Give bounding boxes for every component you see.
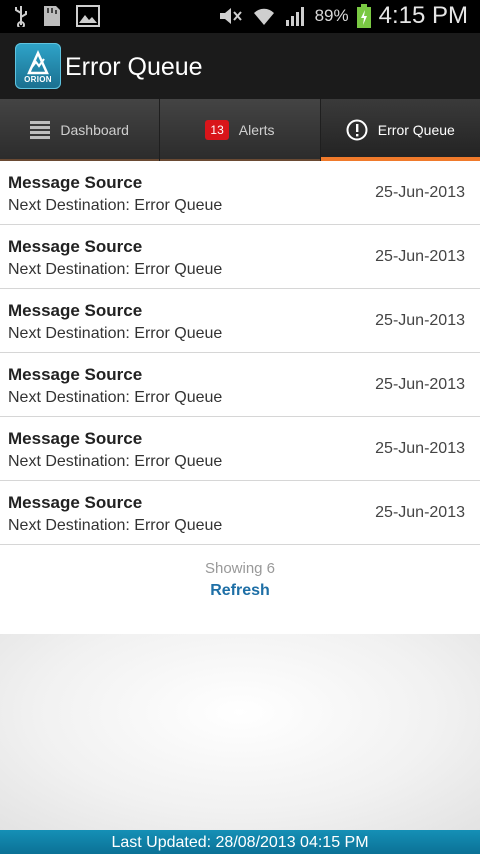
item-title: Message Source	[8, 237, 143, 256]
page-title: Error Queue	[65, 53, 203, 81]
item-subtitle: Next Destination: Error Queue	[8, 453, 223, 470]
list-item[interactable]: Message Source Next Destination: Error Q…	[0, 161, 480, 225]
orion-logo-icon	[27, 49, 49, 75]
error-queue-list: Message Source Next Destination: Error Q…	[0, 161, 480, 545]
item-title: Message Source	[8, 429, 143, 448]
list-item[interactable]: Message Source Next Destination: Error Q…	[0, 417, 480, 481]
list-icon	[30, 121, 51, 139]
item-date: 25-Jun-2013	[375, 376, 465, 393]
last-updated-bar: Last Updated: 28/08/2013 04:15 PM	[0, 830, 480, 854]
tab-bar: Dashboard 13 Alerts Error Queue	[0, 99, 480, 161]
alerts-count-badge: 13	[205, 120, 229, 140]
status-right-icons: 89% 4:15 PM	[217, 2, 468, 30]
tab-label: Dashboard	[60, 122, 129, 138]
list-item[interactable]: Message Source Next Destination: Error Q…	[0, 289, 480, 353]
status-time: 4:15 PM	[378, 2, 468, 29]
empty-background	[0, 634, 480, 830]
wifi-icon	[253, 8, 274, 25]
sd-card-icon	[44, 6, 60, 26]
status-left-icons	[14, 4, 100, 28]
list-item[interactable]: Message Source Next Destination: Error Q…	[0, 353, 480, 417]
list-footer: Showing 6 Refresh	[0, 546, 480, 634]
refresh-link[interactable]: Refresh	[0, 582, 480, 600]
list-item[interactable]: Message Source Next Destination: Error Q…	[0, 481, 480, 545]
usb-icon	[15, 6, 27, 27]
action-bar: ORION Error Queue	[0, 33, 480, 100]
signal-icon	[285, 7, 304, 26]
item-title: Message Source	[8, 173, 143, 192]
item-title: Message Source	[8, 301, 143, 320]
status-bar: 89% 4:15 PM	[0, 0, 480, 33]
item-date: 25-Jun-2013	[375, 184, 465, 201]
exclamation-circle-icon	[346, 119, 368, 141]
item-date: 25-Jun-2013	[375, 248, 465, 265]
list-item[interactable]: Message Source Next Destination: Error Q…	[0, 225, 480, 289]
item-date: 25-Jun-2013	[375, 312, 465, 329]
tab-label: Alerts	[238, 122, 275, 138]
battery-percent: 89%	[314, 6, 349, 25]
showing-count: Showing 6	[204, 560, 276, 577]
tab-label: Error Queue	[377, 122, 455, 138]
app-logo[interactable]: ORION	[15, 43, 61, 89]
item-subtitle: Next Destination: Error Queue	[8, 389, 223, 406]
item-date: 25-Jun-2013	[375, 440, 465, 457]
logo-text: ORION	[24, 75, 52, 84]
item-title: Message Source	[8, 493, 143, 512]
item-subtitle: Next Destination: Error Queue	[8, 517, 223, 534]
battery-icon	[356, 4, 371, 28]
item-title: Message Source	[8, 365, 143, 384]
tab-dashboard[interactable]: Dashboard	[0, 99, 161, 161]
item-date: 25-Jun-2013	[375, 504, 465, 521]
tab-error-queue[interactable]: Error Queue	[320, 99, 480, 161]
item-subtitle: Next Destination: Error Queue	[8, 261, 223, 278]
tab-alerts[interactable]: 13 Alerts	[160, 99, 321, 161]
image-icon	[76, 5, 100, 27]
mute-icon	[219, 8, 242, 24]
item-subtitle: Next Destination: Error Queue	[8, 325, 223, 342]
item-subtitle: Next Destination: Error Queue	[8, 197, 223, 214]
